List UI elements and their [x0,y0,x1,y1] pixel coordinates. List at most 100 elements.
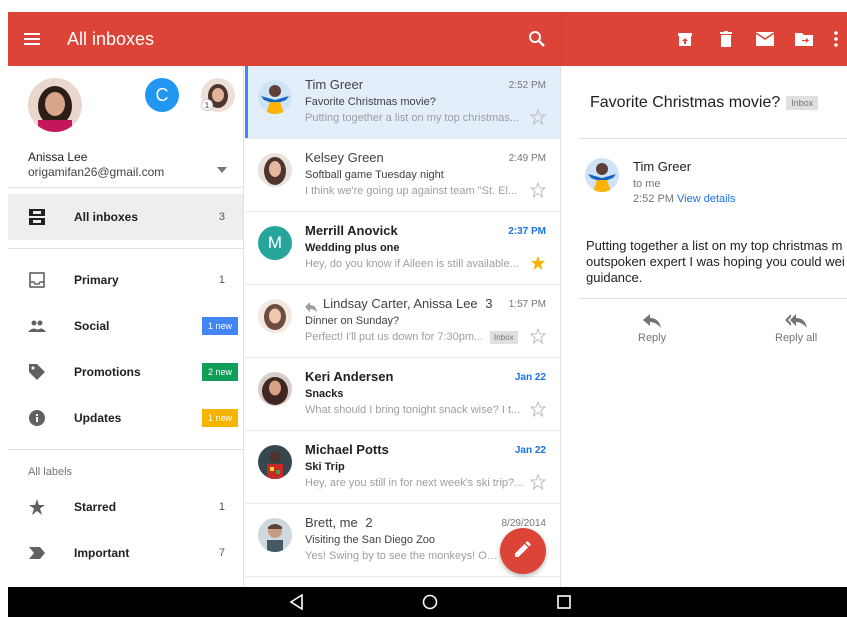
divider [8,248,243,249]
list-item[interactable]: Kelsey Green 2:49 PM Softball game Tuesd… [245,139,560,212]
subject: Ski Trip [305,461,345,473]
nav-label: Social [74,319,110,333]
nav-item-primary[interactable]: Primary 1 [8,257,243,303]
star-outline-icon[interactable] [529,400,547,418]
archive-icon[interactable] [674,28,696,50]
avatar[interactable] [28,78,82,132]
subject: Dinner on Sunday? [305,315,400,327]
label-tag[interactable]: Inbox [786,95,819,110]
pencil-icon [515,540,531,562]
list-item[interactable]: M Merrill Anovick 2:37 PM Wedding plus o… [245,212,560,285]
snippet: What should I bring tonight snack wise? … [305,404,521,416]
nav-item-updates[interactable]: Updates 1 new [8,395,243,441]
star-icon [28,498,46,516]
new-count-badge: 2 new [202,363,238,381]
snippet: Perfect! I'll put us down for 7:30pm... [305,331,484,343]
avatar [258,80,292,114]
avatar [258,372,292,406]
list-item[interactable]: Michael Potts Jan 22 Ski Trip Hey, are y… [245,431,560,504]
left-gutter [0,12,8,617]
nav-count: 7 [218,547,225,559]
nav-item-important[interactable]: Important 7 [8,530,243,576]
more-vert-icon[interactable] [825,28,847,50]
thread-count: 2 [365,515,373,530]
sender-name: Brett, me 2 [305,515,373,530]
mail-icon[interactable] [754,28,776,50]
sender-name: Lindsay Carter, Anissa Lee 3 [305,296,493,312]
recipient-line: to me [633,178,661,190]
new-count-badge: 1 new [202,409,238,427]
timestamp: 1:57 PM [508,299,546,310]
star-outline-icon[interactable] [529,473,547,491]
secondary-account-avatar[interactable]: C [145,78,179,112]
nav-count: 3 [218,211,225,223]
recents-icon[interactable] [556,594,572,610]
avatar [258,445,292,479]
nav-label: Starred [74,500,117,514]
appbar-divider [561,12,562,66]
sender-names: Brett, me [305,515,358,530]
nav-item-starred[interactable]: Starred 1 [8,484,243,530]
avatar[interactable] [585,158,619,192]
label-tag: Inbox [490,331,518,344]
star-outline-icon[interactable] [529,181,547,199]
account-email: origamifan26@gmail.com [28,165,165,179]
reply-label: Reply [638,332,667,344]
avatar [258,299,292,333]
list-item[interactable]: Lindsay Carter, Anissa Lee 3 1:57 PM Din… [245,285,560,358]
timestamp: Jan 22 [514,445,546,456]
reply-icon [305,300,317,312]
nav-item-promotions[interactable]: Promotions 2 new [8,349,243,395]
move-to-folder-icon[interactable] [793,28,815,50]
nav-label: Updates [74,411,122,425]
status-strip [0,0,847,12]
star-outline-icon[interactable] [529,108,547,126]
sender-name: Michael Potts [305,442,389,457]
reply-icon [643,314,662,328]
list-item[interactable]: Tim Greer 2:52 PM Favorite Christmas mov… [245,66,560,139]
subject: Wedding plus one [305,242,400,254]
caret-down-icon[interactable] [217,160,227,173]
avatar: M [258,226,292,260]
list-item[interactable]: Keri Andersen Jan 22 Snacks What should … [245,358,560,431]
timestamp: 2:52 PM [508,80,546,91]
sent-time: 2:52 PM View details [633,193,736,205]
sender-name: Kelsey Green [305,150,384,165]
subject: Visiting the San Diego Zoo [305,534,436,546]
nav-item-all-inboxes[interactable]: All inboxes 3 [8,194,243,240]
reply-button[interactable]: Reply [638,314,666,344]
sent-time-text: 2:52 PM [633,193,674,205]
view-details-link[interactable]: View details [677,193,736,205]
message-body: Putting together a list on my top christ… [586,238,845,285]
snippet: Hey, are you still in for next week's sk… [305,477,524,489]
delete-icon[interactable] [715,28,737,50]
subject: Favorite Christmas movie? [305,96,436,108]
menu-icon[interactable] [22,29,42,49]
snippet: Hey, do you know if Aileen is still avai… [305,258,519,270]
subject: Snacks [305,388,344,400]
section-label: All labels [28,466,73,478]
conversation-list: Tim Greer 2:52 PM Favorite Christmas mov… [245,66,561,587]
nav-label: Primary [74,273,119,287]
snippet: I think we're going up against team "St.… [305,185,518,197]
all-inboxes-icon [28,208,46,226]
back-icon[interactable] [289,593,305,611]
nav-label: All inboxes [74,210,139,224]
page-title: All inboxes [67,29,155,49]
sender-name: Keri Andersen [305,369,394,384]
timestamp: Jan 22 [514,372,546,383]
reply-all-button[interactable]: Reply all [775,314,817,344]
timestamp: 2:37 PM [508,226,546,237]
subject: Softball game Tuesday night [305,169,444,181]
nav-item-social[interactable]: Social 1 new [8,303,243,349]
star-outline-icon[interactable] [529,327,547,345]
sender-name: Tim Greer [305,77,364,92]
app-bar: All inboxes [8,12,847,66]
star-filled-icon[interactable] [530,255,546,271]
search-icon[interactable] [526,28,548,50]
nav-label: Important [74,546,130,560]
navigation-drawer: C 1 Anissa Lee origamifan26@gmail.com Al… [8,66,244,587]
home-icon[interactable] [422,594,438,610]
compose-button[interactable] [500,528,546,574]
message-detail-pane: Favorite Christmas movie? Inbox Tim Greer… [562,66,847,587]
